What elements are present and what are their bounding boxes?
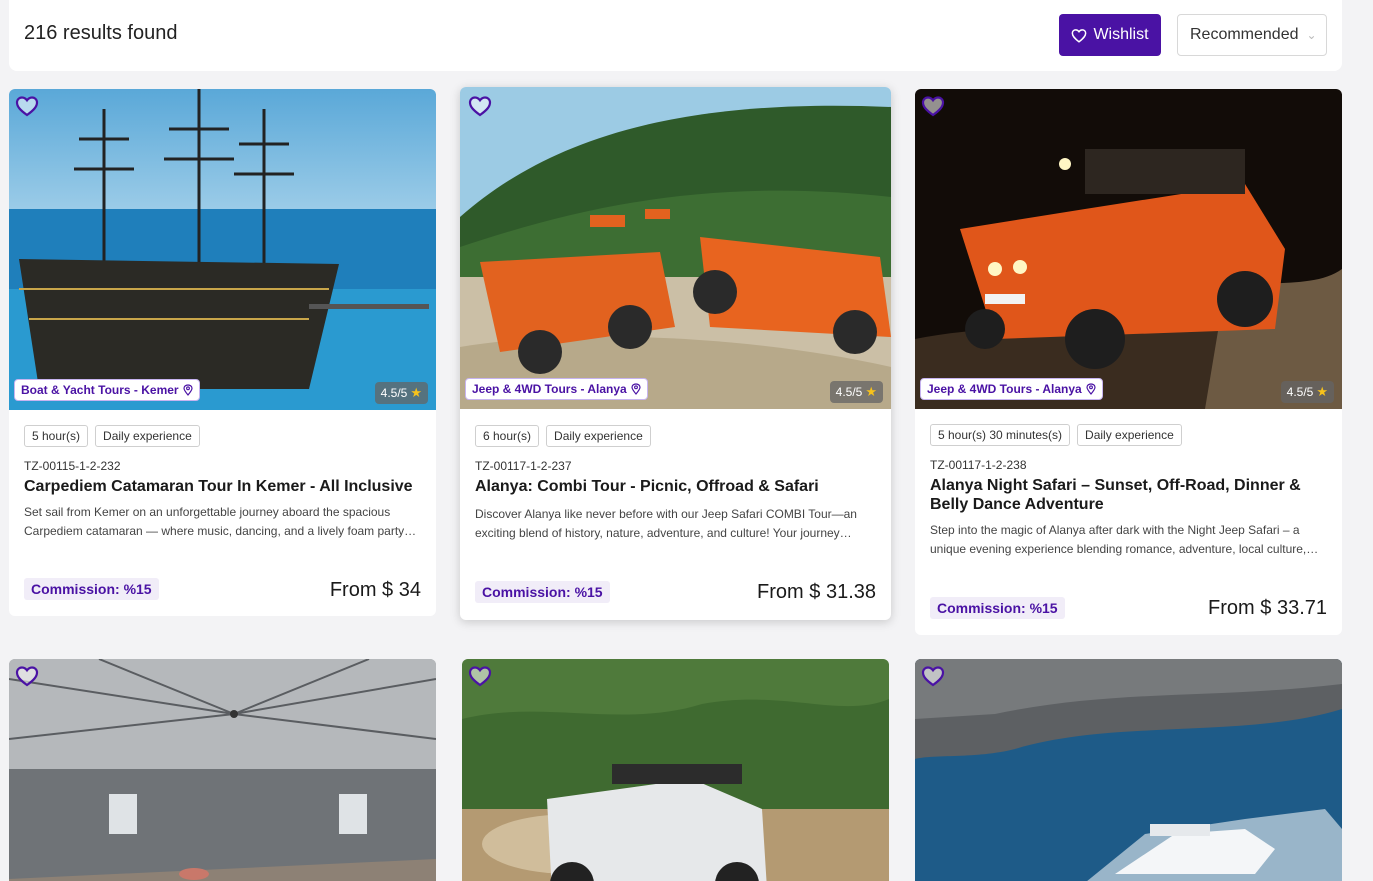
location-pin-icon: [631, 383, 641, 395]
tag-list: 6 hour(s) Daily experience: [475, 425, 651, 447]
wishlist-button[interactable]: Wishlist: [1059, 14, 1161, 56]
tour-card[interactable]: Jeep & 4WD Tours - Alanya 4.5/5 ★ 5 hour…: [915, 89, 1342, 635]
location-pin-icon: [1086, 383, 1096, 395]
commission-badge: Commission: %15: [930, 597, 1065, 619]
wishlist-label: Wishlist: [1093, 26, 1149, 43]
location-pin-icon: [182, 384, 193, 396]
results-count: 216 results found: [24, 22, 178, 44]
sort-value: Recommended: [1190, 26, 1299, 43]
category-badge: Boat & Yacht Tours - Kemer: [14, 379, 200, 401]
rating-badge: 4.5/5 ★: [829, 381, 883, 403]
tour-image: [462, 659, 889, 881]
category-badge: Jeep & 4WD Tours - Alanya: [920, 378, 1103, 400]
star-icon: ★: [1316, 384, 1328, 399]
tour-description: Set sail from Kemer on an unforgettable …: [24, 505, 417, 538]
tour-title[interactable]: Alanya Night Safari – Sunset, Off-Road, …: [930, 476, 1327, 514]
tour-image: [915, 659, 1342, 881]
heart-icon[interactable]: [15, 665, 39, 687]
duration-tag: 5 hour(s) 30 minutes(s): [930, 424, 1071, 446]
star-icon: ★: [410, 385, 422, 400]
duration-tag: 5 hour(s): [24, 425, 89, 447]
category-label: Boat & Yacht Tours - Kemer: [21, 383, 179, 397]
tour-image: Jeep & 4WD Tours - Alanya 4.5/5 ★: [915, 89, 1342, 409]
tour-description: Discover Alanya like never before with o…: [475, 507, 857, 540]
tour-card[interactable]: [9, 659, 436, 881]
tag-list: 5 hour(s) 30 minutes(s) Daily experience: [930, 424, 1182, 446]
heart-icon[interactable]: [921, 95, 945, 117]
tour-price: From $ 34: [329, 579, 421, 601]
heart-icon[interactable]: [468, 665, 492, 687]
results-header: 216 results found Wishlist Recommended ⌄: [9, 0, 1342, 71]
tour-card[interactable]: [915, 659, 1342, 881]
tag-list: 5 hour(s) Daily experience: [24, 425, 200, 447]
duration-tag: 6 hour(s): [475, 425, 540, 447]
heart-icon[interactable]: [921, 665, 945, 687]
experience-tag: Daily experience: [1077, 424, 1182, 446]
rating-value: 4.5/5: [380, 386, 408, 400]
tour-price: From $ 31.38: [757, 581, 876, 603]
tour-code: TZ-00117-1-2-237: [475, 459, 572, 473]
category-badge: Jeep & 4WD Tours - Alanya: [465, 378, 648, 400]
experience-tag: Daily experience: [95, 425, 200, 447]
rating-badge: 4.5/5 ★: [1280, 381, 1334, 403]
heart-icon[interactable]: [468, 95, 492, 117]
star-icon: ★: [865, 384, 877, 399]
tour-title[interactable]: Alanya: Combi Tour - Picnic, Offroad & S…: [475, 477, 876, 496]
heart-icon[interactable]: [15, 95, 39, 117]
chevron-down-icon: ⌄: [1306, 28, 1317, 42]
sort-select[interactable]: Recommended ⌄: [1177, 14, 1327, 56]
tour-price: From $ 33.71: [1208, 597, 1327, 619]
rating-value: 4.5/5: [835, 385, 863, 399]
category-label: Jeep & 4WD Tours - Alanya: [472, 382, 627, 396]
rating-value: 4.5/5: [1286, 385, 1314, 399]
commission-badge: Commission: %15: [475, 581, 610, 603]
tour-image: Jeep & 4WD Tours - Alanya 4.5/5 ★: [460, 87, 891, 409]
tour-description: Step into the magic of Alanya after dark…: [930, 523, 1307, 556]
tour-card[interactable]: [462, 659, 889, 881]
category-label: Jeep & 4WD Tours - Alanya: [927, 382, 1082, 396]
tour-card[interactable]: Boat & Yacht Tours - Kemer 4.5/5 ★ 5 hou…: [9, 89, 436, 616]
tour-card[interactable]: Jeep & 4WD Tours - Alanya 4.5/5 ★ 6 hour…: [460, 87, 891, 620]
tour-code: TZ-00117-1-2-238: [930, 458, 1027, 472]
commission-badge: Commission: %15: [24, 578, 159, 600]
heart-icon: [1072, 28, 1087, 43]
tour-code: TZ-00115-1-2-232: [24, 459, 121, 473]
tour-image: Boat & Yacht Tours - Kemer 4.5/5 ★: [9, 89, 436, 410]
rating-badge: 4.5/5 ★: [374, 382, 428, 404]
tour-title[interactable]: Carpediem Catamaran Tour In Kemer - All …: [24, 477, 421, 496]
tour-image: [9, 659, 436, 881]
experience-tag: Daily experience: [546, 425, 651, 447]
